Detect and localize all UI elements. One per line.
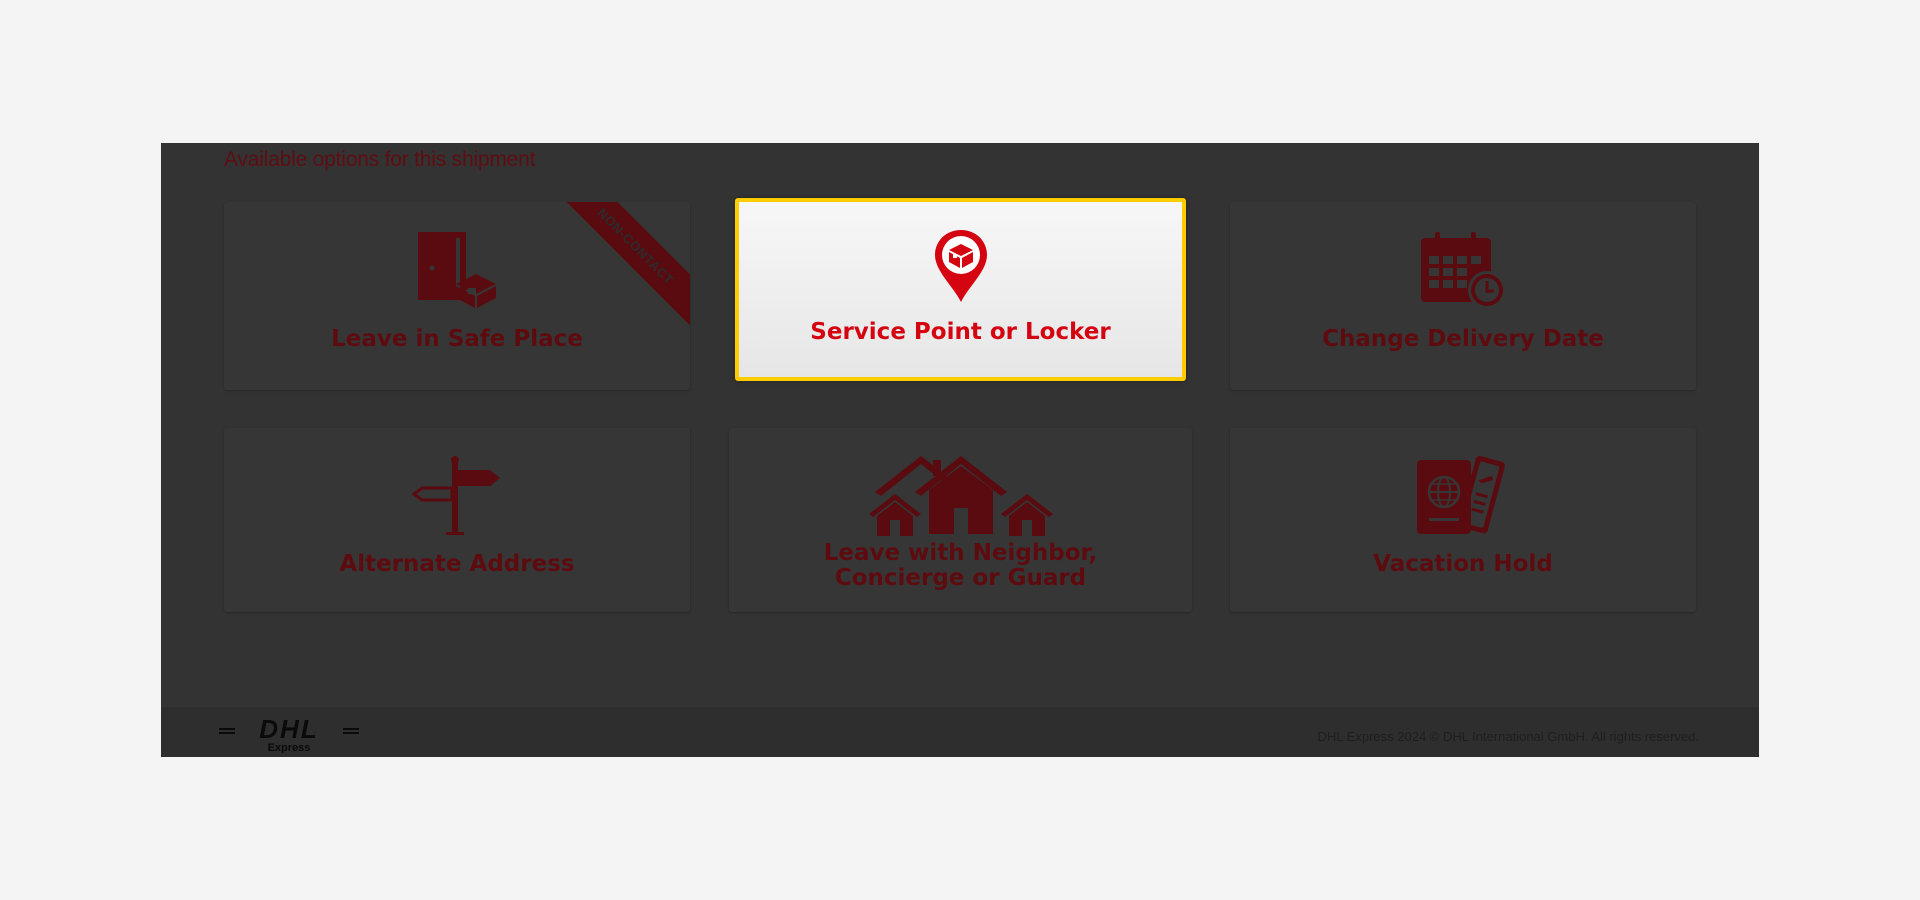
option-label: Leave in Safe Place — [331, 326, 583, 352]
calendar-clock-icon — [1421, 232, 1506, 309]
location-pin-package-icon — [934, 230, 987, 302]
option-label: Alternate Address — [339, 551, 575, 577]
option-card-vacation-hold[interactable]: Vacation Hold — [1230, 428, 1696, 612]
options-panel: Available options for this shipment Leav… — [161, 143, 1759, 757]
door-package-icon — [418, 232, 496, 308]
passport-ticket-icon — [1417, 455, 1505, 534]
signpost-icon — [412, 456, 500, 535]
option-label: Change Delivery Date — [1322, 326, 1604, 352]
option-label-line1: Leave with Neighbor, — [823, 540, 1098, 566]
option-card-service-point[interactable]: Service Point or Locker — [735, 198, 1186, 381]
option-card-alternate-address[interactable]: Alternate Address — [224, 428, 690, 612]
option-label: Vacation Hold — [1373, 551, 1553, 577]
svg-text:Express: Express — [268, 742, 311, 753]
non-contact-ribbon: NON-CONTACT — [552, 202, 690, 330]
option-label-line2: Concierge or Guard — [834, 565, 1087, 591]
option-card-safe-place[interactable]: Leave in Safe Place NON-CONTACT — [224, 202, 690, 390]
option-card-change-date[interactable]: Change Delivery Date — [1230, 202, 1696, 390]
option-label: Service Point or Locker — [810, 319, 1111, 345]
footer: DHL Express DHL Express 2024 © DHL Inter… — [161, 707, 1759, 757]
dhl-express-logo: DHL Express — [219, 717, 359, 753]
copyright-text: DHL Express 2024 © DHL International Gmb… — [1317, 729, 1699, 744]
houses-icon — [868, 456, 1053, 536]
section-heading: Available options for this shipment — [224, 148, 536, 171]
svg-text:DHL: DHL — [259, 717, 318, 744]
option-card-neighbor[interactable]: Leave with Neighbor, Concierge or Guard — [729, 428, 1192, 612]
